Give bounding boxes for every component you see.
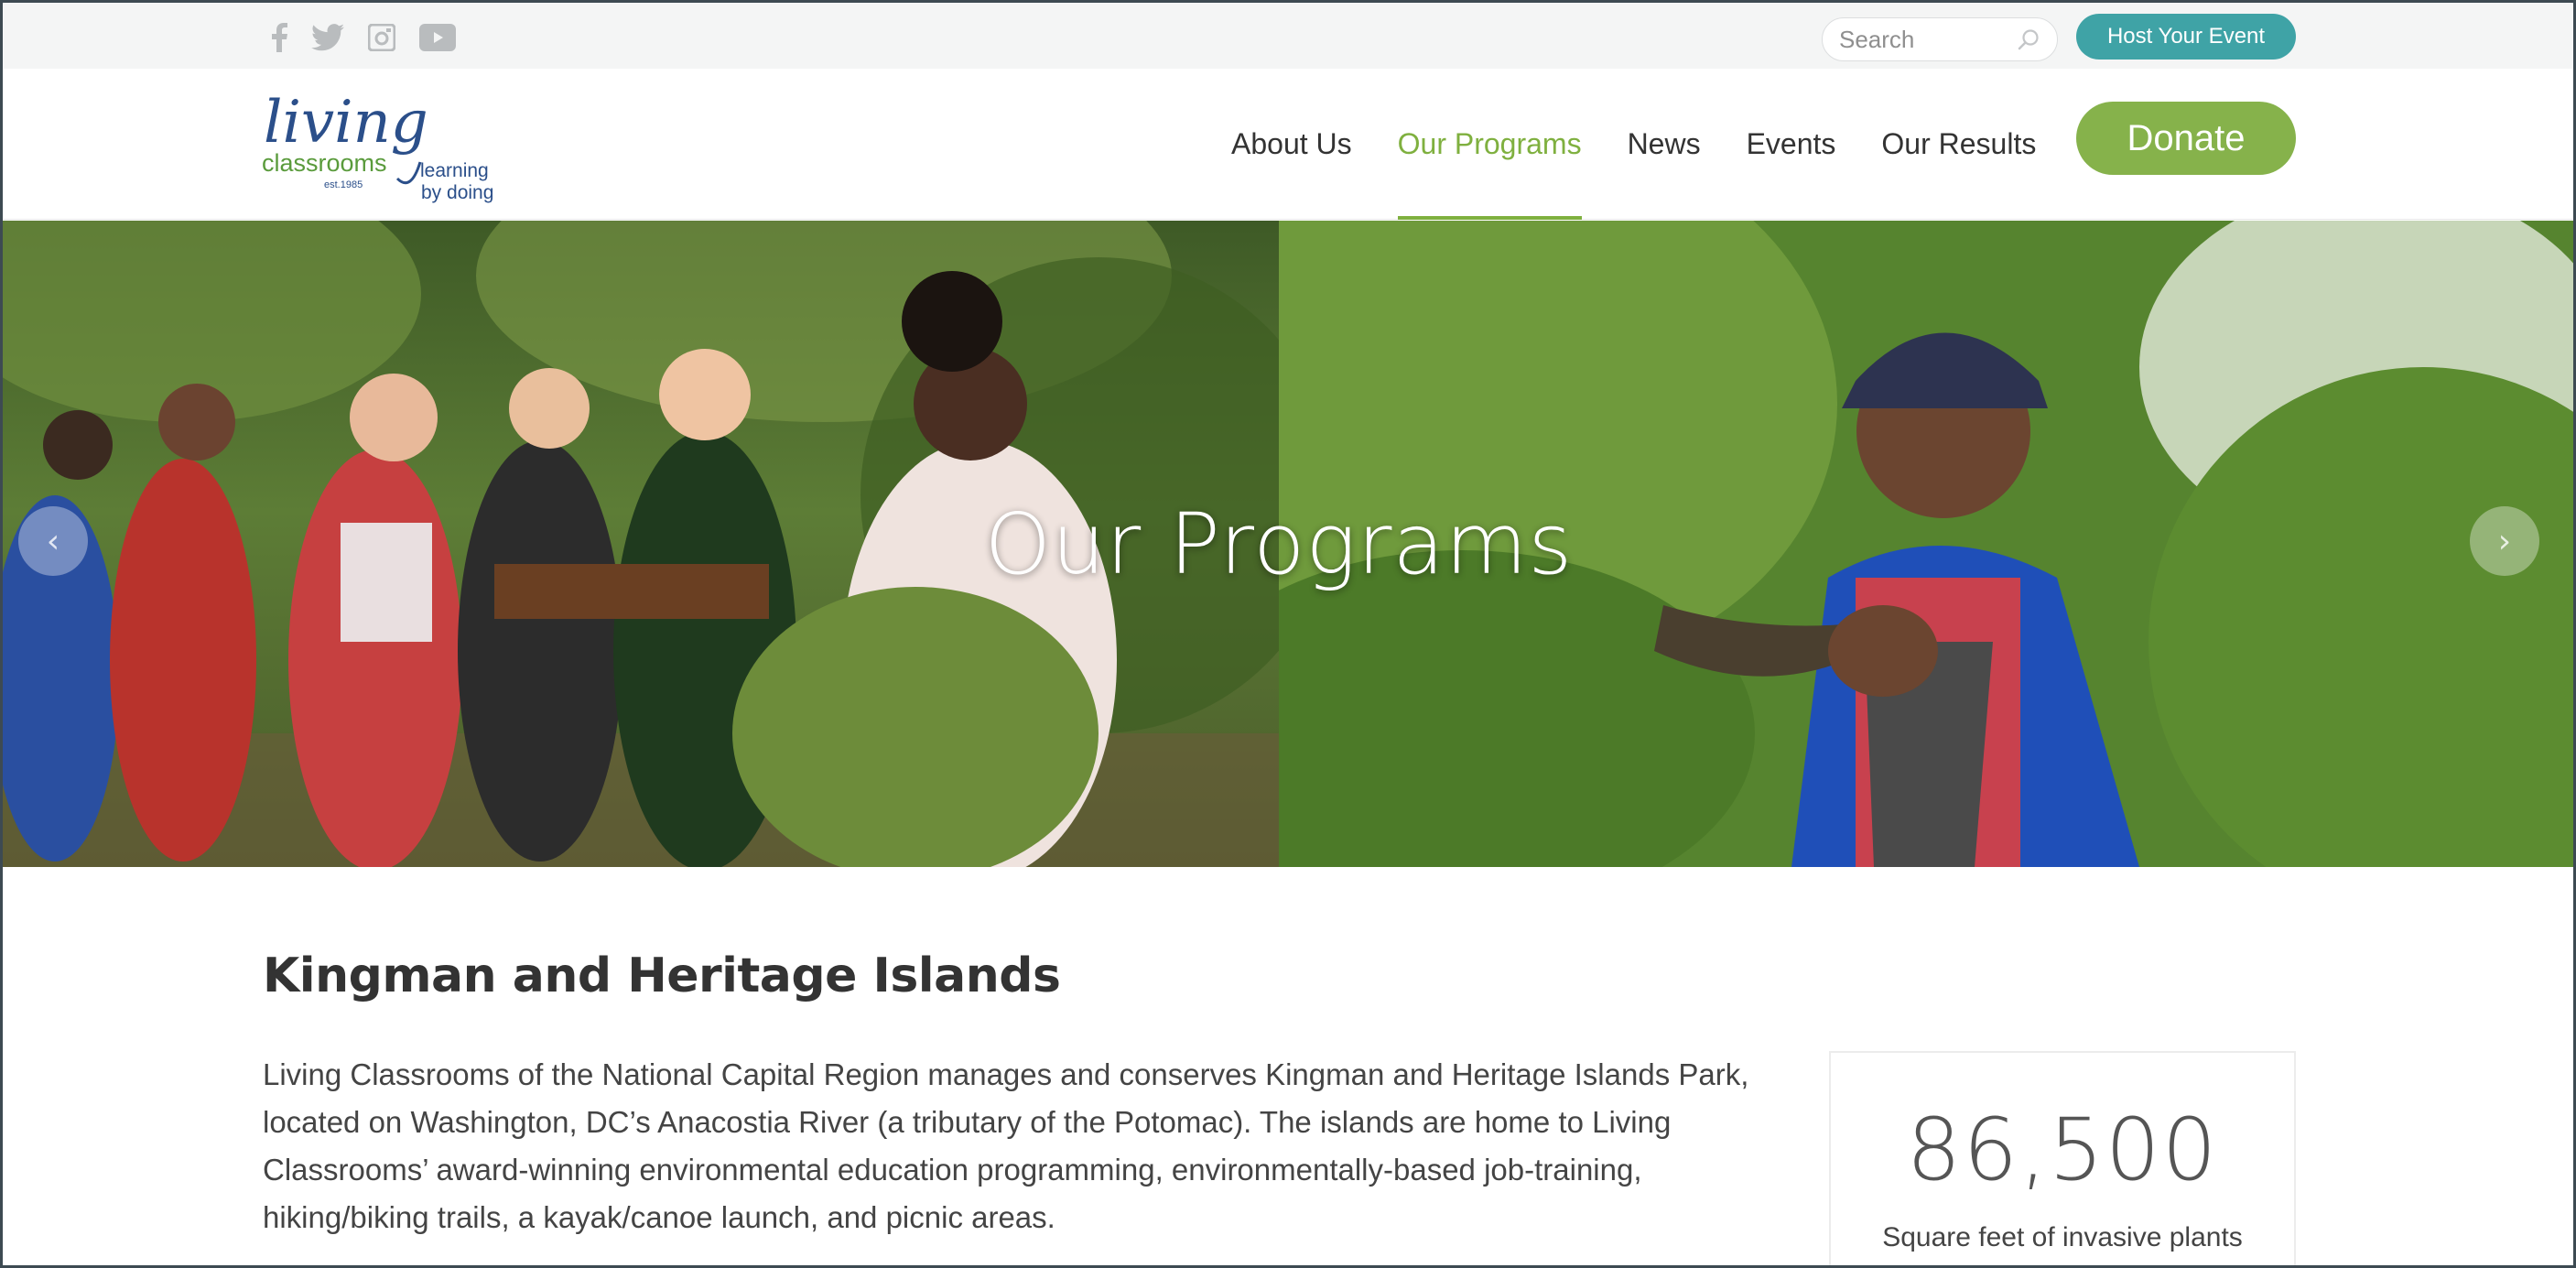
- search-input[interactable]: [1839, 26, 2013, 53]
- page-title: Kingman and Heritage Islands: [263, 948, 1061, 1003]
- intro-paragraph: Living Classrooms of the National Capita…: [263, 1057, 1749, 1234]
- main-header: living classrooms est.1985 learning by d…: [0, 69, 2576, 220]
- svg-text:by doing: by doing: [421, 182, 493, 203]
- nav-our-programs[interactable]: Our Programs: [1375, 69, 1605, 220]
- svg-text:classrooms: classrooms: [262, 149, 387, 177]
- nav-our-results[interactable]: Our Results: [1858, 69, 2059, 220]
- nav-events[interactable]: Events: [1724, 69, 1859, 220]
- instagram-icon[interactable]: [368, 24, 395, 51]
- search-icon[interactable]: [2017, 28, 2040, 56]
- donate-button[interactable]: Donate: [2076, 102, 2296, 175]
- svg-text:living: living: [264, 89, 428, 157]
- youtube-icon[interactable]: [419, 24, 456, 51]
- svg-text:learning: learning: [420, 160, 489, 181]
- social-links: [271, 23, 456, 52]
- svg-text:est.1985: est.1985: [324, 179, 363, 190]
- stat-label: Square feet of invasive plants: [1882, 1222, 2243, 1252]
- hero-banner: ‹ › Our Programs: [0, 221, 2576, 867]
- nav-news[interactable]: News: [1605, 69, 1724, 220]
- twitter-icon[interactable]: [311, 24, 344, 51]
- stat-number: 86,500: [1906, 1100, 2219, 1200]
- main-nav: About Us Our Programs News Events Our Re…: [1208, 69, 2059, 220]
- stat-card: 86,500 Square feet of invasive plants: [1829, 1051, 2296, 1268]
- nav-about-us[interactable]: About Us: [1208, 69, 1375, 220]
- utility-bar: Host Your Event: [0, 0, 2576, 69]
- facebook-icon[interactable]: [271, 23, 287, 52]
- living-classrooms-logo[interactable]: living classrooms est.1985 learning by d…: [260, 87, 498, 206]
- hero-title: Our Programs: [984, 495, 1574, 593]
- host-your-event-button[interactable]: Host Your Event: [2076, 14, 2296, 60]
- search-box: [1822, 17, 2058, 61]
